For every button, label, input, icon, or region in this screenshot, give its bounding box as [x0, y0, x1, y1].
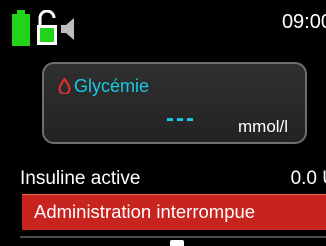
- glucose-unit: mmol/l: [238, 117, 289, 136]
- glucose-value: ---: [166, 105, 196, 132]
- page-indicator: [170, 240, 184, 246]
- status-bar: 09:00: [0, 0, 326, 46]
- glucose-card[interactable]: Glycémie --- mmol/l: [42, 62, 307, 144]
- blood-drop-icon: [58, 78, 71, 94]
- active-insulin-value: 0.0 U: [290, 168, 326, 189]
- bottom-divider: [20, 236, 326, 238]
- battery-full-icon: [12, 10, 30, 46]
- active-insulin-label: Insuline active: [20, 168, 141, 189]
- speaker-muted-icon: [61, 18, 74, 40]
- lock-open-icon: [37, 10, 57, 45]
- clock-time: 09:00: [281, 11, 326, 33]
- alert-text: Administration interrompue: [34, 201, 256, 222]
- glucose-title: Glycémie: [74, 76, 150, 96]
- alert-banner[interactable]: Administration interrompue: [22, 194, 326, 230]
